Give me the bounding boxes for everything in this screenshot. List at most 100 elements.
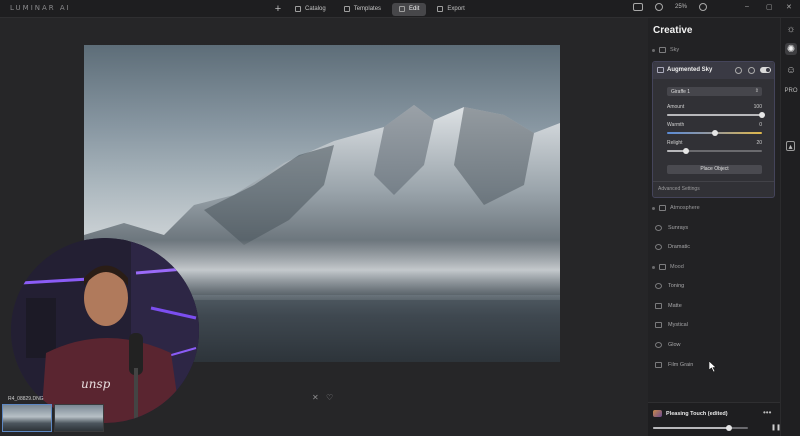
sky-section-header[interactable]: Sky — [652, 47, 679, 53]
tool-dramatic[interactable]: Dramatic — [655, 244, 690, 250]
svg-text:unsp: unsp — [81, 377, 111, 391]
top-bar: LUMINAR AI + Catalog Templates Edit Expo… — [0, 0, 800, 18]
film-grain-icon — [655, 362, 662, 368]
luminar-window: LUMINAR AI + Catalog Templates Edit Expo… — [0, 0, 800, 436]
relight-slider-handle[interactable] — [683, 148, 689, 154]
warmth-label: Warmth — [667, 122, 685, 128]
tool-toning[interactable]: Toning — [655, 283, 684, 289]
panel-title: Creative — [653, 25, 693, 36]
tab-edit-label: Edit — [409, 6, 420, 12]
amount-value: 100 — [753, 104, 762, 110]
mood-section-header[interactable]: Mood — [652, 264, 684, 270]
mood-section-label: Mood — [670, 264, 684, 270]
tool-matte[interactable]: Matte — [655, 303, 682, 309]
tool-mystical-label: Mystical — [668, 322, 688, 328]
amount-label: Amount — [667, 104, 685, 110]
relight-slider[interactable] — [667, 148, 762, 154]
tab-export[interactable]: Export — [430, 3, 471, 16]
advanced-settings-link[interactable]: Advanced Settings — [658, 186, 700, 192]
tool-film-grain[interactable]: Film Grain — [655, 362, 693, 368]
tool-sunrays-label: Sunrays — [668, 225, 689, 231]
tab-edit[interactable]: Edit — [392, 2, 427, 16]
augmented-sky-title: Augmented Sky — [667, 67, 713, 73]
section-dot-icon — [652, 265, 655, 269]
tab-templates[interactable]: Templates — [337, 3, 388, 16]
preset-footer: Pleasing Touch (edited) ••• ❚❚ — [648, 402, 781, 436]
preset-amount-fill — [653, 427, 729, 429]
atmosphere-section-header[interactable]: Atmosphere — [652, 205, 700, 211]
relight-value: 20 — [756, 140, 762, 146]
atmosphere-icon — [659, 205, 666, 211]
sky-object-select[interactable]: Giraffe 1 ⇕ — [667, 87, 762, 96]
reset-icon[interactable] — [735, 67, 742, 74]
top-navigation: + Catalog Templates Edit Export — [272, 2, 472, 16]
tool-mystical[interactable]: Mystical — [655, 322, 688, 328]
preset-thumbnail — [653, 410, 662, 417]
sky-icon — [659, 47, 666, 53]
section-dot-icon — [652, 206, 655, 210]
tool-sunrays[interactable]: Sunrays — [655, 225, 688, 231]
help-icon[interactable] — [699, 3, 708, 11]
augmented-sky-toggle[interactable] — [760, 67, 771, 73]
preview-eye-icon[interactable] — [655, 3, 663, 11]
zoom-level[interactable]: 25% — [675, 4, 687, 10]
visibility-icon[interactable] — [748, 67, 755, 74]
warmth-slider-handle[interactable] — [711, 130, 718, 136]
mouse-cursor-icon — [709, 361, 717, 372]
tab-catalog-label: Catalog — [305, 6, 326, 12]
more-options-icon[interactable]: ••• — [763, 408, 771, 417]
matte-icon — [655, 303, 662, 309]
local-masking-icon[interactable]: ▴ — [786, 141, 795, 151]
catalog-icon — [295, 6, 301, 12]
tool-dramatic-label: Dramatic — [668, 244, 691, 250]
export-icon — [437, 6, 444, 12]
toning-icon — [655, 283, 662, 289]
mystical-icon — [655, 322, 662, 328]
amount-slider-fill — [667, 114, 762, 116]
templates-icon — [343, 6, 350, 12]
close-window-button[interactable]: ✕ — [786, 3, 792, 11]
atmosphere-section-label: Atmosphere — [670, 205, 700, 211]
favorite-icon[interactable]: ♡ — [326, 393, 333, 402]
warmth-slider[interactable] — [667, 130, 762, 136]
mood-icon — [659, 264, 666, 270]
tool-toning-label: Toning — [668, 283, 685, 289]
add-button[interactable]: + — [272, 3, 284, 15]
preset-name: Pleasing Touch (edited) — [666, 411, 728, 417]
tool-glow[interactable]: Glow — [655, 342, 681, 348]
sky-object-value: Giraffe 1 — [671, 89, 691, 95]
pro-icon[interactable]: PRO — [785, 85, 798, 97]
tab-templates-label: Templates — [353, 6, 382, 12]
maximize-button[interactable]: ▢ — [766, 3, 773, 11]
amount-slider-handle[interactable] — [759, 112, 765, 118]
tool-film-grain-label: Film Grain — [668, 362, 694, 368]
tool-glow-label: Glow — [668, 342, 681, 348]
augmented-sky-header[interactable]: Augmented Sky — [653, 62, 774, 79]
preset-amount-slider[interactable] — [653, 425, 748, 431]
amount-slider[interactable] — [667, 112, 765, 118]
edit-panel: Creative Sky Augmented Sky Giraffe 1 ⇕ A… — [648, 18, 780, 436]
tab-export-label: Export — [447, 6, 465, 12]
tab-catalog[interactable]: Catalog — [288, 3, 333, 16]
palette-icon[interactable]: ✺ — [785, 43, 797, 55]
sky-section-label: Sky — [670, 47, 680, 53]
preset-amount-handle[interactable] — [726, 425, 732, 431]
relight-label: Relight — [667, 140, 683, 146]
current-filename: R4_08829.DNG — [8, 396, 44, 402]
filmstrip-thumbnail[interactable] — [54, 404, 104, 432]
face-icon[interactable]: ☺ — [785, 64, 797, 76]
filmstrip-thumbnail[interactable] — [2, 404, 52, 432]
sun-icon[interactable]: ☼ — [785, 23, 797, 35]
augmented-sky-icon — [657, 67, 664, 73]
reject-icon[interactable]: ✕ — [312, 393, 319, 402]
compare-toggle-icon[interactable] — [633, 3, 643, 11]
section-dot-icon — [652, 48, 655, 52]
warmth-value: 0 — [759, 122, 762, 128]
place-object-button[interactable]: Place Object — [667, 165, 762, 174]
minimize-button[interactable]: – — [745, 3, 749, 10]
glow-icon — [655, 342, 662, 348]
edit-icon — [399, 6, 406, 12]
app-logo: LUMINAR AI — [10, 4, 71, 12]
tool-matte-label: Matte — [668, 303, 682, 309]
chevron-updown-icon: ⇕ — [754, 88, 759, 94]
